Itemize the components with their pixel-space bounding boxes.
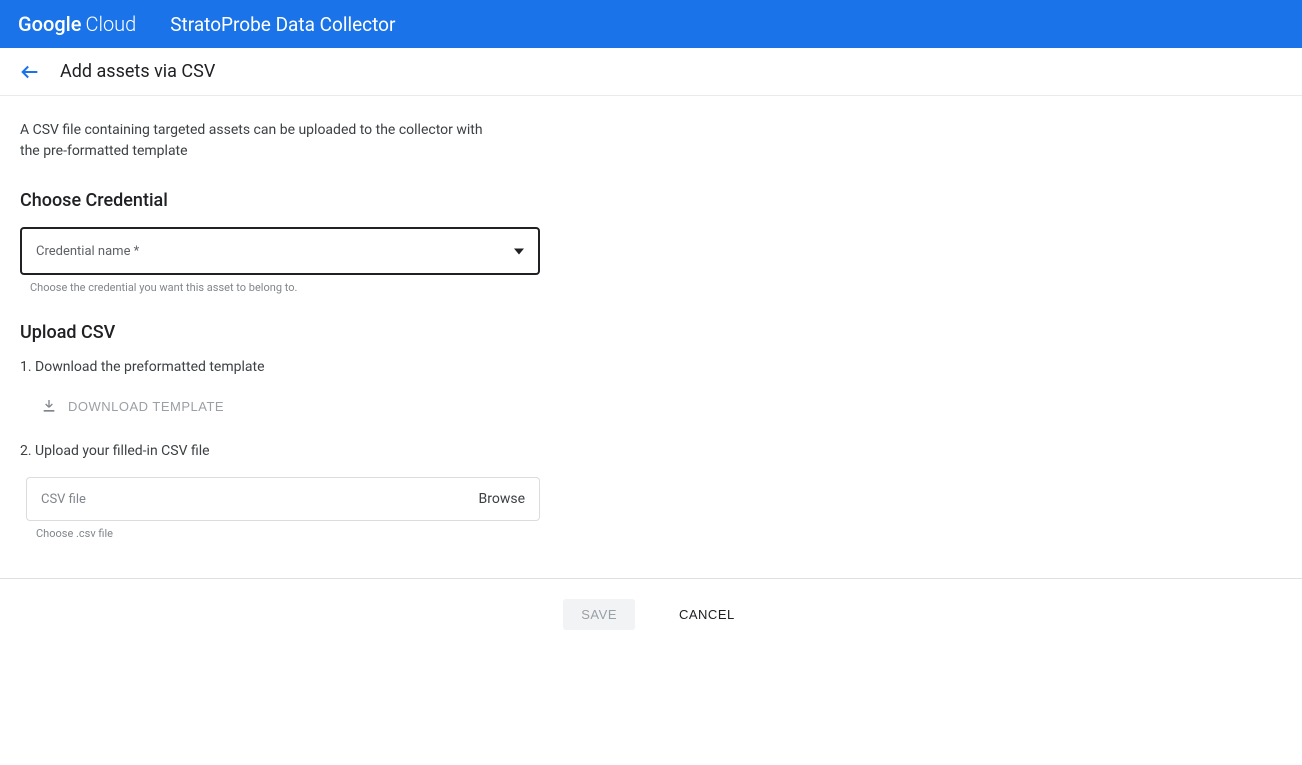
upload-csv-heading: Upload CSV (20, 322, 540, 343)
choose-credential-heading: Choose Credential (20, 190, 540, 211)
arrow-left-icon (19, 61, 41, 83)
page-subheader: Add assets via CSV (0, 48, 1302, 96)
csv-file-placeholder: CSV file (41, 492, 86, 507)
page-title: Add assets via CSV (60, 61, 215, 82)
credential-select-wrapper: Credential name * (20, 227, 540, 275)
intro-text: A CSV file containing targeted assets ca… (20, 120, 500, 162)
credential-helper-text: Choose the credential you want this asse… (30, 281, 540, 294)
download-template-button[interactable]: DOWNLOAD TEMPLATE (40, 393, 224, 419)
upload-step-1: 1. Download the preformatted template (20, 359, 540, 375)
csv-file-helper: Choose .csv file (36, 527, 540, 540)
upload-step-2: 2. Upload your filled-in CSV file (20, 443, 540, 459)
chevron-down-icon (514, 244, 524, 259)
logo-light-text: Cloud (85, 12, 136, 36)
product-name: StratoProbe Data Collector (170, 13, 395, 36)
main-content: A CSV file containing targeted assets ca… (0, 96, 560, 540)
browse-button[interactable]: Browse (479, 491, 525, 507)
csv-file-input[interactable]: CSV file Browse (26, 477, 540, 521)
back-button[interactable] (18, 60, 42, 84)
download-icon (40, 397, 58, 415)
logo-bold-text: Google (18, 12, 81, 36)
cancel-button[interactable]: CANCEL (675, 599, 739, 630)
credential-name-label: Credential name * (36, 244, 139, 259)
save-button[interactable]: SAVE (563, 599, 635, 630)
footer-action-bar: SAVE CANCEL (0, 578, 1302, 650)
google-cloud-logo[interactable]: Google Cloud (18, 12, 136, 36)
top-header: Google Cloud StratoProbe Data Collector (0, 0, 1302, 48)
credential-name-select[interactable]: Credential name * (20, 227, 540, 275)
download-template-label: DOWNLOAD TEMPLATE (68, 399, 224, 414)
